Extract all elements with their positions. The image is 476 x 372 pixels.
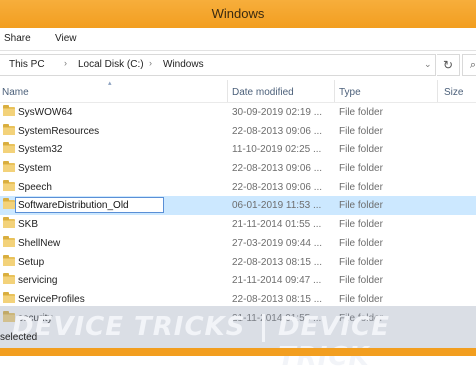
file-type: File folder <box>339 144 383 156</box>
file-type: File folder <box>339 107 383 118</box>
list-item[interactable]: servicing 21-11-2014 09:47 ... File folder <box>0 271 476 290</box>
folder-icon <box>3 179 15 191</box>
file-name: SystemResources <box>18 125 100 137</box>
status-bar-text: selected <box>0 332 38 343</box>
chevron-down-icon[interactable]: ⌄ <box>424 59 432 70</box>
column-date-modified[interactable]: Date modified <box>232 87 294 98</box>
file-type: File folder <box>339 181 383 193</box>
watermark-divider <box>262 314 265 342</box>
rename-input[interactable]: SoftwareDistribution_Old <box>15 197 164 214</box>
file-type: File folder <box>339 200 383 212</box>
list-item[interactable]: System32 11-10-2019 02:25 ... File folder <box>0 140 476 159</box>
file-date: 06-01-2019 11:53 ... <box>232 200 322 212</box>
folder-icon <box>3 254 15 266</box>
search-icon[interactable]: ⌕ <box>462 54 476 76</box>
file-name: SoftwareDistribution_Old <box>18 200 129 212</box>
file-type: File folder <box>339 163 383 175</box>
column-header: ▴ Name Date modified Type Size <box>0 80 476 103</box>
file-name: ServiceProfiles <box>18 293 85 305</box>
list-item[interactable]: SKB 21-11-2014 01:55 ... File folder <box>0 215 476 234</box>
folder-icon <box>3 291 15 303</box>
file-name: Speech <box>18 181 52 193</box>
address-row: This PC › Local Disk (C:) › Windows ⌄ ↻ … <box>0 51 476 78</box>
title-bar: Windows <box>0 0 476 28</box>
breadcrumb-this-pc[interactable]: This PC <box>9 59 45 70</box>
column-divider[interactable] <box>334 80 335 102</box>
sort-up-icon: ▴ <box>108 80 112 87</box>
folder-icon <box>3 142 15 154</box>
file-name: servicing <box>18 275 58 287</box>
file-date: 27-03-2019 09:44 ... <box>232 237 323 249</box>
file-name: Setup <box>18 256 45 268</box>
file-type: File folder <box>339 293 383 305</box>
file-name: SysWOW64 <box>18 107 73 118</box>
address-bar[interactable]: This PC › Local Disk (C:) › Windows ⌄ <box>0 54 436 76</box>
file-date: 22-08-2013 09:06 ... <box>232 125 323 137</box>
column-type[interactable]: Type <box>339 87 361 98</box>
window-bottom-border <box>0 348 476 356</box>
file-date: 11-10-2019 02:25 ... <box>232 144 322 156</box>
ribbon: Share View <box>0 28 476 51</box>
column-divider[interactable] <box>227 80 228 102</box>
breadcrumb-windows[interactable]: Windows <box>163 59 204 70</box>
folder-icon <box>3 217 15 229</box>
file-type: File folder <box>339 275 383 287</box>
file-date: 22-08-2013 09:06 ... <box>232 181 323 193</box>
file-name: SKB <box>18 219 39 231</box>
list-item[interactable]: System 22-08-2013 09:06 ... File folder <box>0 159 476 178</box>
file-type: File folder <box>339 237 383 249</box>
watermark-text: DEVICE TRICKS <box>12 312 246 342</box>
list-item[interactable]: SystemResources 22-08-2013 09:06 ... File … <box>0 122 476 141</box>
watermark-text: DEVICE TRICK <box>278 312 390 372</box>
folder-icon <box>3 105 15 116</box>
list-item[interactable]: Speech 22-08-2013 09:06 ... File folder <box>0 178 476 197</box>
tab-view[interactable]: View <box>55 33 77 44</box>
file-type: File folder <box>339 256 383 268</box>
chevron-right-icon[interactable]: › <box>149 58 152 68</box>
folder-icon <box>3 198 15 210</box>
list-item[interactable]: ShellNew 27-03-2019 09:44 ... File folder <box>0 234 476 253</box>
file-date: 22-08-2013 08:15 ... <box>232 256 323 268</box>
refresh-icon[interactable]: ↻ <box>437 54 460 76</box>
file-date: 21-11-2014 01:55 ... <box>232 219 322 231</box>
file-date: 22-08-2013 08:15 ... <box>232 293 323 305</box>
watermark-banner: DEVICE TRICKS DEVICE TRICK <box>0 306 476 372</box>
file-name: System <box>18 163 52 175</box>
window-title: Windows <box>211 6 265 21</box>
folder-icon <box>3 161 15 173</box>
folder-icon <box>3 273 15 285</box>
list-item[interactable]: SysWOW64 30-09-2019 02:19 ... File folder <box>0 103 476 122</box>
file-list: SysWOW64 30-09-2019 02:19 ... File folder … <box>0 103 476 327</box>
file-date: 21-11-2014 09:47 ... <box>232 275 322 287</box>
file-type: File folder <box>339 219 383 231</box>
tab-share[interactable]: Share <box>4 33 31 44</box>
file-name: System32 <box>18 144 63 156</box>
file-type: File folder <box>339 125 383 137</box>
folder-icon <box>3 123 15 135</box>
list-item-selected[interactable]: SoftwareDistribution_Old 06-01-2019 11:53… <box>0 196 476 216</box>
folder-icon <box>3 235 15 247</box>
chevron-right-icon[interactable]: › <box>64 58 67 68</box>
list-item[interactable]: Setup 22-08-2013 08:15 ... File folder <box>0 253 476 272</box>
file-date: 22-08-2013 09:06 ... <box>232 163 323 175</box>
file-date: 30-09-2019 02:19 ... <box>232 107 323 118</box>
breadcrumb-local-disk[interactable]: Local Disk (C:) <box>78 59 144 70</box>
column-divider[interactable] <box>437 80 438 102</box>
file-name: ShellNew <box>18 237 61 249</box>
column-name[interactable]: Name <box>2 87 29 98</box>
column-size[interactable]: Size <box>444 87 463 98</box>
